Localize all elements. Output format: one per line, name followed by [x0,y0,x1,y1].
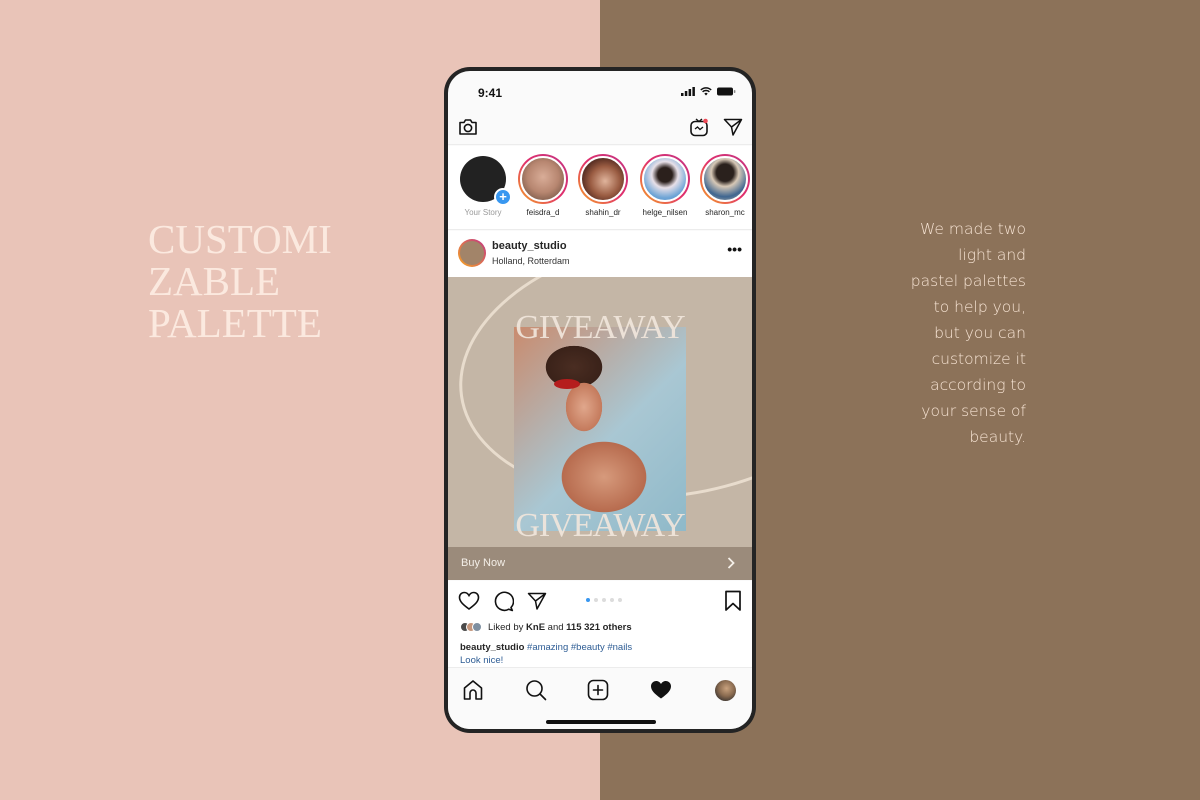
camera-icon [459,119,477,135]
status-time: 9:41 [478,86,503,100]
story-label: sharon_mc [705,208,745,217]
carousel-indicator [586,598,622,602]
story-avatar [520,156,566,202]
description-line: your sense of [921,402,1026,420]
direct-message-button[interactable] [722,116,744,138]
likes-user[interactable]: KnE [526,622,545,633]
likes-prefix: Liked by [488,622,524,633]
signal-icon [681,87,695,96]
home-icon [463,680,483,700]
description-line: We made two [919,220,1026,238]
story-avatar [642,156,688,202]
story-label: Your Story [464,208,502,217]
story-avatar [580,156,626,202]
carousel-dot[interactable] [610,598,614,602]
wifi-icon [700,87,712,96]
giveaway-title-top: GIVEAWAY [515,309,685,346]
description-line: but you can [934,324,1026,342]
headline: CUSTOMI ZABLE PALETTE [148,218,332,344]
description-line: pastel palettes [910,272,1026,290]
likes-and: and [547,622,564,633]
phone-mockup: 9:41 + Your Story feisdra_d shahin_dr he… [444,67,756,733]
post-actions [448,581,752,621]
tab-search[interactable] [524,678,548,702]
carousel-dot[interactable] [618,598,622,602]
carousel-dot[interactable] [594,598,598,602]
description-text: We made two light and pastel palettes to… [886,216,1026,450]
direct-message-icon [723,118,743,136]
description-line: to help you, [933,298,1026,316]
own-avatar: + [460,156,512,206]
igtv-icon [690,118,708,137]
post-location[interactable]: Holland, Rotterdam [492,256,570,266]
more-horizontal-icon[interactable]: ••• [727,241,742,257]
activity-heart-icon [651,681,671,699]
giveaway-title-bottom: GIVEAWAY [515,507,685,544]
description-line: light and [958,246,1026,264]
share-button[interactable] [525,589,549,613]
bottom-tab-bar [448,667,752,729]
tab-home[interactable] [461,678,485,702]
hashtag-link[interactable]: #beauty [571,642,605,653]
story-item[interactable]: shahin_dr [575,154,631,217]
comment-button[interactable] [491,589,515,613]
profile-avatar [714,679,736,701]
description-line: beauty. [969,428,1026,446]
hashtag-link[interactable]: #amazing [527,642,568,653]
story-item[interactable]: sharon_mc [697,154,752,217]
story-label: shahin_dr [585,208,621,217]
bookmark-icon [725,590,741,611]
like-button[interactable] [457,589,481,613]
chevron-right-icon [727,557,735,569]
buy-now-label: Buy Now [461,557,506,569]
headline-line: PALETTE [148,300,322,346]
photo-detail [554,379,580,389]
new-post-icon [587,679,609,701]
story-item[interactable]: helge_nilsen [637,154,693,217]
description-line: customize it [931,350,1026,368]
story-item[interactable]: feisdra_d [515,154,571,217]
hashtag-link[interactable]: #nails [607,642,632,653]
liker-avatar [472,622,482,632]
headline-line: ZABLE [148,258,281,304]
battery-icon [717,87,736,96]
top-navigation-bar [448,111,752,145]
likes-count[interactable]: 115 321 others [566,622,632,633]
model-photo [514,327,686,531]
igtv-button[interactable] [688,115,710,139]
tab-activity[interactable] [649,678,673,702]
story-avatar [702,156,748,202]
search-icon [526,680,547,701]
post-caption: beauty_studio #amazing #beauty #nails Lo… [448,639,752,667]
post-image[interactable]: GIVEAWAY GIVEAWAY [448,277,752,547]
home-indicator[interactable] [546,720,656,724]
phone-screen: 9:41 + Your Story feisdra_d shahin_dr he… [448,71,752,729]
share-icon [527,592,547,610]
status-bar: 9:41 [448,71,752,111]
tab-profile[interactable] [713,678,737,702]
buy-now-button[interactable]: Buy Now [448,547,752,580]
post-author-avatar[interactable] [458,239,486,267]
liked-by-avatars [460,622,482,632]
carousel-dot[interactable] [602,598,606,602]
story-label: feisdra_d [526,208,560,217]
carousel-dot[interactable] [586,598,590,602]
comment-icon [494,591,514,612]
post-header: beauty_studio Holland, Rotterdam ••• [448,231,752,277]
heart-icon [458,591,480,610]
caption-second-line: Look nice! [460,655,504,666]
story-your-story[interactable]: + Your Story [455,154,512,217]
stories-tray: + Your Story feisdra_d shahin_dr helge_n… [448,146,752,230]
story-label: helge_nilsen [642,208,688,217]
likes-text[interactable]: Liked by KnE and 115 321 others [488,622,632,633]
description-line: according to [930,376,1026,394]
headline-line: CUSTOMI [148,216,332,262]
tab-new-post[interactable] [586,678,610,702]
save-button[interactable] [722,589,744,613]
camera-button[interactable] [457,116,479,138]
likes-row: Liked by KnE and 115 321 others [448,619,752,639]
caption-username[interactable]: beauty_studio [460,642,524,653]
add-story-icon: + [494,188,512,206]
post-username[interactable]: beauty_studio [492,240,567,252]
